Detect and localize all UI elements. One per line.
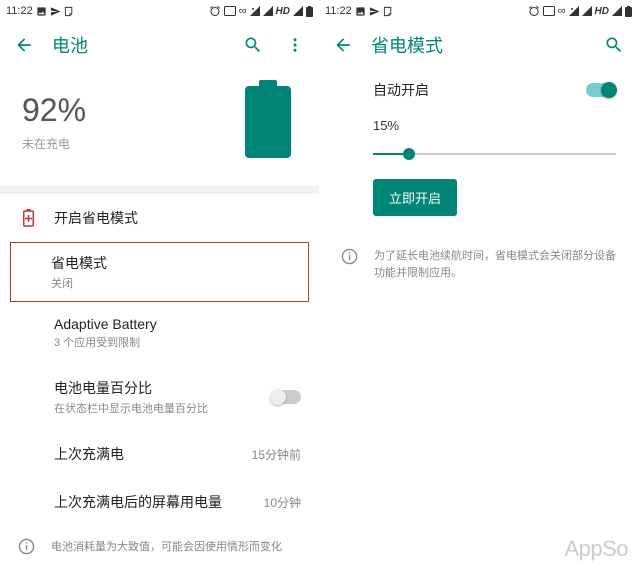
info-icon (341, 248, 358, 265)
saver-mode-sub: 关闭 (51, 275, 302, 291)
image-icon (355, 6, 366, 17)
pct-toggle[interactable] (271, 390, 301, 404)
more-button[interactable] (281, 31, 309, 59)
battery-large-icon (245, 86, 291, 158)
screen-battery: 11:22 ∞ HD 电池 92% 未在充电 (0, 0, 319, 568)
page-title: 省电模式 (371, 32, 586, 58)
adaptive-title: Adaptive Battery (54, 316, 301, 332)
adaptive-battery-row[interactable]: Adaptive Battery 3 个应用受到限制 (0, 302, 319, 364)
signal-icon (569, 6, 579, 16)
send-icon (369, 6, 380, 17)
threshold-label: 15% (373, 118, 616, 133)
hd-icon: HD (276, 6, 290, 17)
battery-saver-icon (18, 209, 38, 227)
status-bar: 11:22 ∞ HD (0, 0, 319, 22)
cast-icon (224, 6, 236, 16)
signal3-icon (293, 6, 303, 16)
last-full-meta: 15分钟前 (252, 446, 301, 463)
status-time: 11:22 (6, 5, 33, 17)
cast-icon (543, 6, 555, 16)
pct-row-title: 电池电量百分比 (54, 378, 255, 398)
last-full-title: 上次充满电 (54, 444, 236, 464)
search-button[interactable] (600, 31, 628, 59)
saver-header-label: 开启省电模式 (54, 208, 301, 228)
search-button[interactable] (239, 31, 267, 59)
auto-on-row[interactable]: 自动开启 (341, 80, 616, 100)
battery-hero: 92% 未在充电 (0, 68, 319, 186)
app-bar: 电池 (0, 22, 319, 68)
footer-info-row: 电池消耗量为大致值，可能会因使用情形而变化 (0, 526, 319, 567)
screen-since-meta: 10分钟 (264, 494, 301, 511)
battery-percentage: 92% (22, 92, 245, 129)
signal2-icon (582, 6, 592, 16)
signal-icon (250, 6, 260, 16)
enable-now-button[interactable]: 立即开启 (373, 179, 457, 216)
signal3-icon (612, 6, 622, 16)
saver-info-row: 为了延长电池续航时间，省电模式会关闭部分设备功能并限制应用。 (319, 230, 638, 299)
auto-on-label: 自动开启 (373, 80, 586, 100)
hd-icon: HD (595, 6, 609, 17)
screen-since-title: 上次充满电后的屏幕用电量 (54, 492, 248, 512)
back-button[interactable] (329, 31, 357, 59)
saver-info-text: 为了延长电池续航时间，省电模式会关闭部分设备功能并限制应用。 (374, 248, 616, 281)
adaptive-sub: 3 个应用受到限制 (54, 334, 301, 350)
note-icon (383, 6, 394, 17)
screen-saver-mode: 11:22 ∞ HD 省电模式 自动开启 15 (319, 0, 638, 568)
threshold-block: 15% 立即开启 (341, 114, 616, 230)
pct-row-sub: 在状态栏中显示电池电量百分比 (54, 400, 255, 416)
last-full-row[interactable]: 上次充满电 15分钟前 (0, 430, 319, 478)
battery-saver-header-row[interactable]: 开启省电模式 (0, 194, 319, 242)
footer-text: 电池消耗量为大致值，可能会因使用情形而变化 (51, 538, 282, 554)
send-icon (50, 6, 61, 17)
signal2-icon (263, 6, 273, 16)
battery-status-icon (306, 6, 313, 17)
alarm-icon (528, 5, 540, 17)
back-button[interactable] (10, 31, 38, 59)
saver-mode-title: 省电模式 (51, 253, 302, 273)
alarm-icon (209, 5, 221, 17)
battery-status-icon (625, 6, 632, 17)
threshold-slider[interactable] (373, 145, 616, 163)
status-bar: 11:22 ∞ HD (319, 0, 638, 22)
auto-on-toggle[interactable] (586, 83, 616, 97)
status-time: 11:22 (325, 5, 352, 17)
link-icon: ∞ (558, 5, 566, 17)
link-icon: ∞ (239, 5, 247, 17)
info-icon (18, 538, 35, 555)
slider-thumb[interactable] (403, 148, 415, 160)
saver-mode-row[interactable]: 省电模式 关闭 (10, 242, 309, 302)
image-icon (36, 6, 47, 17)
divider (0, 186, 319, 194)
page-title: 电池 (52, 32, 225, 58)
screen-since-row[interactable]: 上次充满电后的屏幕用电量 10分钟 (0, 478, 319, 526)
battery-charging-status: 未在充电 (22, 135, 245, 152)
note-icon (64, 6, 75, 17)
battery-percent-row[interactable]: 电池电量百分比 在状态栏中显示电池电量百分比 (0, 364, 319, 430)
watermark: AppSo (564, 536, 628, 562)
app-bar: 省电模式 (319, 22, 638, 68)
